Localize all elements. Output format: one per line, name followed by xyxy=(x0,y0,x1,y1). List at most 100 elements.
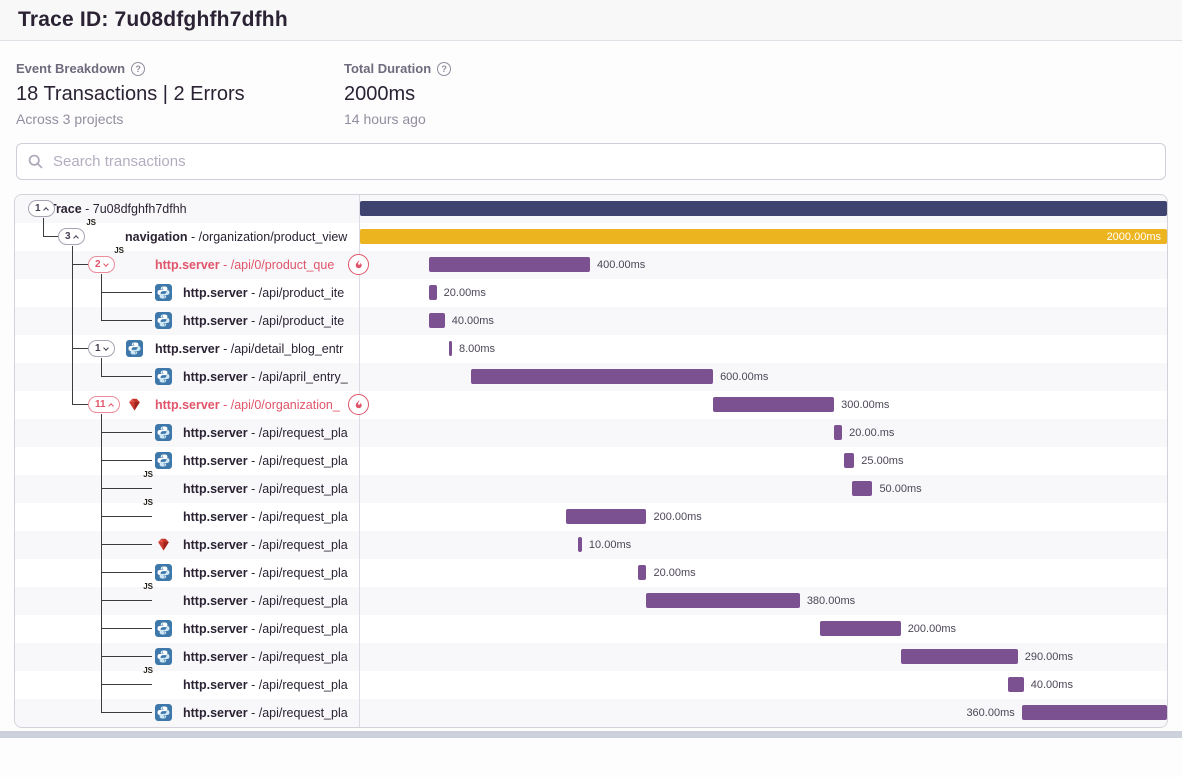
transaction-title: http.server - /api/april_entry_ xyxy=(183,363,348,391)
trace-row-timeline: 10.00ms xyxy=(360,531,1167,559)
duration-label: 200.00ms xyxy=(908,615,956,643)
duration-label: 40.00ms xyxy=(1031,671,1073,699)
trace-row-timeline xyxy=(360,195,1167,223)
operation-name: http.server xyxy=(183,594,248,608)
ruby-icon xyxy=(126,396,143,413)
trace-row[interactable]: 2 JS http.server - /api/0/product_que 40… xyxy=(15,251,1167,279)
operation-name: http.server xyxy=(155,258,220,272)
error-fire-icon[interactable] xyxy=(348,394,369,415)
python-icon xyxy=(155,452,172,469)
duration-bar[interactable] xyxy=(638,565,646,580)
span-count-pill[interactable]: 3 xyxy=(58,228,85,245)
total-duration-block: Total Duration ? 2000ms 14 hours ago xyxy=(344,61,672,127)
trace-row-left: http.server - /api/product_ite xyxy=(15,307,359,335)
transaction-description: /api/product_ite xyxy=(259,286,344,300)
trace-row-left: http.server - /api/request_pla xyxy=(15,699,359,727)
operation-name: navigation xyxy=(125,230,188,244)
trace-row[interactable]: 11 http.server - /api/0/organization_ 30… xyxy=(15,391,1167,419)
transaction-title: http.server - /api/request_pla xyxy=(183,699,348,727)
error-fire-icon[interactable] xyxy=(348,254,369,275)
duration-bar[interactable] xyxy=(834,425,842,440)
search-icon xyxy=(27,153,44,170)
trace-row[interactable]: http.server - /api/request_pla 200.00ms xyxy=(15,615,1167,643)
trace-row[interactable]: http.server - /api/product_ite 20.00ms xyxy=(15,279,1167,307)
duration-bar[interactable] xyxy=(360,229,1167,244)
trace-row-left: 2 JS http.server - /api/0/product_que xyxy=(15,251,359,279)
transaction-title: http.server - /api/product_ite xyxy=(183,279,344,307)
transaction-description: /api/request_pla xyxy=(259,594,348,608)
duration-bar[interactable] xyxy=(429,257,590,272)
trace-row-timeline: 20.00ms xyxy=(360,279,1167,307)
trace-row[interactable]: JS http.server - /api/request_pla 40.00m… xyxy=(15,671,1167,699)
app-header: Trace ID: 7u08dfghfh7dfhh xyxy=(0,0,1182,41)
trace-row[interactable]: http.server - /api/request_pla 20.00.ms xyxy=(15,419,1167,447)
trace-row[interactable]: http.server - /api/request_pla 10.00ms xyxy=(15,531,1167,559)
transaction-description: 7u08dfghfh7dfhh xyxy=(93,202,187,216)
duration-bar[interactable] xyxy=(820,621,901,636)
duration-bar[interactable] xyxy=(429,313,445,328)
trace-row[interactable]: http.server - /api/request_pla 290.00ms xyxy=(15,643,1167,671)
trace-summary: Event Breakdown ? 18 Transactions | 2 Er… xyxy=(0,41,1182,139)
span-count-pill[interactable]: 11 xyxy=(88,396,120,413)
transaction-description: /api/request_pla xyxy=(259,650,348,664)
help-icon[interactable]: ? xyxy=(437,62,451,76)
total-duration-sub: 14 hours ago xyxy=(344,111,672,127)
duration-bar[interactable] xyxy=(449,341,452,356)
duration-label: 600.00ms xyxy=(720,363,768,391)
search-bar xyxy=(16,143,1166,180)
duration-label: 40.00ms xyxy=(452,307,494,335)
duration-bar[interactable] xyxy=(429,285,437,300)
chevron-icon xyxy=(43,207,49,213)
event-breakdown-label: Event Breakdown xyxy=(16,61,125,76)
search-input[interactable] xyxy=(16,143,1166,180)
transaction-title: http.server - /api/detail_blog_entr xyxy=(155,335,343,363)
trace-row[interactable]: http.server - /api/request_pla 20.00ms xyxy=(15,559,1167,587)
transaction-description: /api/detail_blog_entr xyxy=(231,342,344,356)
operation-name: http.server xyxy=(183,622,248,636)
trace-row-timeline: 8.00ms xyxy=(360,335,1167,363)
js-icon: JS xyxy=(155,592,172,609)
operation-name: http.server xyxy=(183,706,248,720)
trace-row-timeline: 200.00ms xyxy=(360,615,1167,643)
trace-row[interactable]: 1 http.server - /api/detail_blog_entr 8.… xyxy=(15,335,1167,363)
trace-row[interactable]: http.server - /api/request_pla 360.00ms xyxy=(15,699,1167,727)
transaction-title: http.server - /api/request_pla xyxy=(183,531,348,559)
page-title: Trace ID: 7u08dfghfh7dfhh xyxy=(18,8,288,32)
help-icon[interactable]: ? xyxy=(131,62,145,76)
duration-bar[interactable] xyxy=(844,453,854,468)
operation-name: http.server xyxy=(183,650,248,664)
trace-row-left: http.server - /api/request_pla xyxy=(15,447,359,475)
transaction-description: /api/request_pla xyxy=(259,678,348,692)
python-icon xyxy=(155,704,172,721)
horizontal-scrollbar[interactable] xyxy=(0,731,1182,738)
duration-bar[interactable] xyxy=(1008,677,1024,692)
span-count-pill[interactable]: 1 xyxy=(28,200,55,217)
transaction-title: http.server - /api/request_pla xyxy=(183,447,348,475)
trace-row[interactable]: http.server - /api/april_entry_ 600.00ms xyxy=(15,363,1167,391)
duration-bar[interactable] xyxy=(1022,705,1167,720)
duration-bar[interactable] xyxy=(360,201,1167,216)
transaction-title: http.server - /api/request_pla xyxy=(183,503,348,531)
duration-label: 50.00ms xyxy=(879,475,921,503)
trace-row[interactable]: 1 Trace - 7u08dfghfh7dfhh xyxy=(15,195,1167,223)
trace-row[interactable]: JS http.server - /api/request_pla 50.00m… xyxy=(15,475,1167,503)
transaction-title: http.server - /api/0/product_que xyxy=(155,251,334,279)
span-count-pill[interactable]: 1 xyxy=(88,340,115,357)
operation-name: http.server xyxy=(183,510,248,524)
duration-bar[interactable] xyxy=(713,397,834,412)
duration-label: 10.00ms xyxy=(589,531,631,559)
duration-bar[interactable] xyxy=(566,509,647,524)
trace-row[interactable]: 3 JS navigation - /organization/product_… xyxy=(15,223,1167,251)
span-count-pill[interactable]: 2 xyxy=(88,256,115,273)
duration-bar[interactable] xyxy=(852,481,872,496)
duration-bar[interactable] xyxy=(471,369,713,384)
duration-bar[interactable] xyxy=(901,649,1018,664)
duration-label: 400.00ms xyxy=(597,251,645,279)
trace-row[interactable]: http.server - /api/product_ite 40.00ms xyxy=(15,307,1167,335)
trace-row[interactable]: JS http.server - /api/request_pla 200.00… xyxy=(15,503,1167,531)
duration-bar[interactable] xyxy=(578,537,582,552)
trace-row[interactable]: http.server - /api/request_pla 25.00ms xyxy=(15,447,1167,475)
trace-row[interactable]: JS http.server - /api/request_pla 380.00… xyxy=(15,587,1167,615)
duration-bar[interactable] xyxy=(646,593,799,608)
transaction-title: http.server - /api/request_pla xyxy=(183,419,348,447)
